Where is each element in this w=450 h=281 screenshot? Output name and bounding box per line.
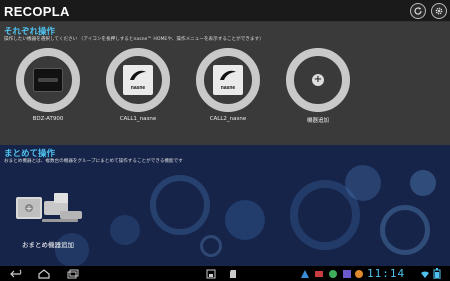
background-bubble bbox=[225, 200, 265, 240]
app-logo: RECOPLA bbox=[4, 4, 70, 19]
app-header: RECOPLA bbox=[0, 0, 450, 22]
sd-card-icon bbox=[230, 269, 236, 278]
recent-apps-button[interactable] bbox=[66, 268, 80, 279]
gear-icon bbox=[435, 7, 443, 15]
recent-apps-icon bbox=[67, 269, 79, 278]
screenshot-button[interactable] bbox=[206, 268, 216, 279]
battery-icon bbox=[433, 268, 441, 279]
bd-recorder-icon bbox=[33, 68, 63, 92]
device-ring: nasne bbox=[196, 48, 260, 112]
device-ring: nasne bbox=[106, 48, 170, 112]
background-bubble bbox=[200, 235, 222, 257]
notification-icon-3 bbox=[328, 268, 338, 279]
background-bubble bbox=[380, 205, 430, 255]
device-label: BDZ-AT900 bbox=[32, 116, 64, 122]
sd-card-button[interactable] bbox=[228, 268, 238, 279]
device-call2-nasne[interactable]: nasne CALL2_nasne bbox=[196, 48, 260, 128]
device-label: CALL1_nasne bbox=[119, 116, 157, 122]
nasne-brand-text: nasne bbox=[220, 85, 236, 91]
refresh-button[interactable] bbox=[410, 3, 426, 19]
background-bubble bbox=[110, 215, 140, 245]
nasne-brand-text: nasne bbox=[130, 85, 146, 91]
notification-icon-5 bbox=[354, 268, 364, 279]
section-subtitle-individual: 操作したい機器を選択してください （アイコンを長押しするとnasne™ HOME… bbox=[4, 37, 264, 42]
device-ring: + bbox=[286, 48, 350, 112]
device-call1-nasne[interactable]: nasne CALL1_nasne bbox=[106, 48, 170, 128]
wifi-icon bbox=[420, 268, 430, 279]
device-label: CALL2_nasne bbox=[209, 116, 247, 122]
notification-icon-2 bbox=[314, 268, 324, 279]
add-device-button[interactable]: + 機器追加 bbox=[286, 48, 350, 128]
status-clock: 11:14 bbox=[367, 267, 406, 280]
device-ring bbox=[16, 48, 80, 112]
screenshot-icon bbox=[206, 269, 216, 278]
section-subtitle-group: おまとめ機器とは、複数台の機器をグループにまとめて操作することができる機能です bbox=[4, 159, 183, 164]
add-group-label: おまとめ機器追加 bbox=[22, 241, 74, 249]
back-button[interactable] bbox=[10, 268, 24, 279]
back-icon bbox=[10, 269, 22, 277]
background-bubble bbox=[345, 165, 381, 201]
svg-text:+: + bbox=[26, 204, 33, 213]
refresh-icon bbox=[414, 7, 422, 15]
home-button[interactable] bbox=[37, 268, 51, 279]
home-icon bbox=[38, 268, 50, 279]
nasne-icon: nasne bbox=[123, 65, 153, 95]
background-bubble bbox=[150, 175, 210, 235]
device-bdz-at900[interactable]: BDZ-AT900 bbox=[16, 48, 80, 128]
notification-icon-4 bbox=[342, 268, 352, 279]
background-bubble bbox=[410, 170, 436, 196]
notification-icon-1 bbox=[300, 268, 310, 279]
group-devices-icon: + bbox=[16, 193, 82, 222]
nasne-icon: nasne bbox=[213, 65, 243, 95]
settings-button[interactable] bbox=[431, 3, 447, 19]
system-nav-bar: 11:14 bbox=[0, 266, 450, 281]
device-label: 機器追加 bbox=[306, 118, 329, 124]
plus-icon: + bbox=[312, 74, 324, 86]
